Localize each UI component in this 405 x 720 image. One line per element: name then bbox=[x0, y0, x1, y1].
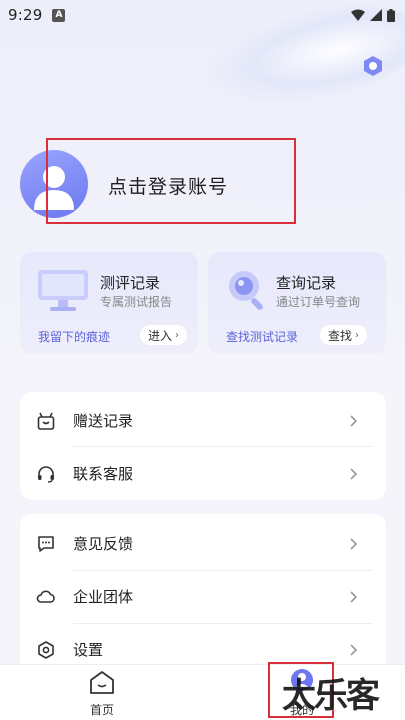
hexagon-settings-icon[interactable] bbox=[361, 54, 385, 78]
menu-item-label: 意见反馈 bbox=[73, 535, 134, 553]
enter-button-label: 进入 bbox=[148, 328, 173, 343]
gift-icon bbox=[37, 412, 55, 430]
signal-icon bbox=[370, 9, 382, 21]
home-icon bbox=[90, 671, 114, 694]
menu-item-gift-records[interactable]: 赠送记录 bbox=[20, 394, 386, 447]
wifi-icon bbox=[351, 9, 365, 21]
headset-icon bbox=[38, 465, 54, 483]
menu-item-label: 设置 bbox=[73, 641, 104, 659]
card-title: 测评记录 bbox=[100, 274, 161, 292]
card-footer-text: 我留下的痕迹 bbox=[38, 330, 111, 344]
magnifier-icon bbox=[229, 271, 263, 310]
notification-badge: A bbox=[52, 8, 66, 22]
menu-group-2: 意见反馈 企业团体 设置 bbox=[20, 514, 386, 674]
card-title: 查询记录 bbox=[276, 274, 337, 292]
chevron-right-icon bbox=[350, 414, 358, 427]
menu-item-label: 赠送记录 bbox=[73, 412, 134, 430]
menu-item-feedback[interactable]: 意见反馈 bbox=[20, 517, 386, 570]
watermark-logo: 太乐客 bbox=[282, 676, 380, 716]
search-button[interactable]: 查找 › bbox=[320, 325, 368, 345]
menu-item-customer-service[interactable]: 联系客服 bbox=[20, 447, 386, 500]
menu-item-label: 企业团体 bbox=[73, 588, 134, 606]
chevron-right-icon bbox=[350, 537, 358, 550]
chevron-right-icon bbox=[350, 590, 358, 603]
menu-item-enterprise[interactable]: 企业团体 bbox=[20, 570, 386, 623]
card-footer-text: 查找测试记录 bbox=[226, 330, 299, 344]
monitor-icon bbox=[38, 270, 88, 311]
chevron-right-icon bbox=[350, 467, 358, 480]
cloud-icon bbox=[36, 590, 55, 603]
status-time: 9:29 bbox=[8, 6, 43, 24]
chevron-right-icon bbox=[350, 643, 358, 656]
card-query-records[interactable]: 查询记录 通过订单号查询 查找测试记录 查找 › bbox=[208, 252, 386, 354]
menu-group-1: 赠送记录 联系客服 bbox=[20, 392, 386, 500]
card-subtitle: 通过订单号查询 bbox=[276, 295, 361, 309]
card-subtitle: 专属测试报告 bbox=[100, 295, 173, 309]
chevron-right-icon: › bbox=[355, 329, 360, 341]
enter-button[interactable]: 进入 › bbox=[140, 325, 188, 345]
status-icons bbox=[351, 8, 395, 22]
chevron-right-icon: › bbox=[175, 329, 180, 341]
tab-home-label: 首页 bbox=[89, 703, 114, 717]
battery-icon bbox=[387, 8, 395, 22]
settings-icon bbox=[38, 640, 54, 659]
feedback-icon bbox=[38, 535, 54, 552]
card-evaluation-records[interactable]: 测评记录 专属测试报告 我留下的痕迹 进入 › bbox=[20, 252, 198, 354]
tab-home[interactable]: 首页 bbox=[80, 669, 124, 718]
search-button-label: 查找 bbox=[328, 328, 353, 343]
menu-item-label: 联系客服 bbox=[73, 465, 134, 483]
highlight-box-login bbox=[46, 138, 296, 224]
status-bar: 9:29 A bbox=[0, 0, 405, 30]
